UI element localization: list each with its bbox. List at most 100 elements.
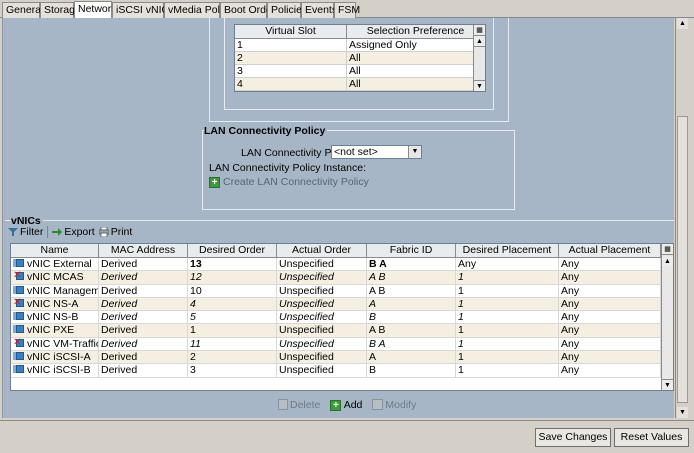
tab-general[interactable]: General bbox=[2, 2, 43, 18]
cell-mac-address: Derived bbox=[99, 364, 188, 377]
column-header-actual-order[interactable]: Actual Order bbox=[277, 244, 367, 257]
column-chooser-icon[interactable]: ▦ bbox=[474, 25, 485, 36]
cell-fabric-id: A B bbox=[367, 284, 456, 297]
column-header-selection-preference[interactable]: Selection Preference bbox=[347, 25, 485, 38]
cell-mac-address-text: Derived bbox=[101, 311, 138, 324]
table-row[interactable]: ✕ vNIC NS-A Derived 4 Unspecified A 1 Any bbox=[11, 297, 673, 312]
table-row[interactable]: vNIC iSCSI-A Derived 2 Unspecified A 1 Any bbox=[11, 351, 673, 365]
cell-actual-placement-text: Any bbox=[561, 351, 580, 364]
delete-button[interactable]: Delete bbox=[278, 399, 320, 411]
scroll-thumb[interactable] bbox=[677, 116, 688, 403]
table-row[interactable]: 1 Assigned Only bbox=[235, 39, 485, 52]
reset-values-button[interactable]: Reset Values bbox=[614, 428, 689, 447]
filter-label: Filter bbox=[20, 226, 44, 238]
cell-mac-address-text: Derived bbox=[101, 284, 138, 297]
cell-fabric-id-text: A bbox=[369, 297, 377, 310]
column-header-virtual-slot[interactable]: Virtual Slot bbox=[235, 25, 347, 38]
cell-actual-placement: Any bbox=[559, 271, 661, 284]
table-row[interactable]: 4 All bbox=[235, 78, 485, 91]
column-header-mac-address[interactable]: MAC Address bbox=[99, 244, 188, 257]
column-header-desired-order[interactable]: Desired Order bbox=[188, 244, 277, 257]
tab-fsm[interactable]: FSM bbox=[334, 2, 360, 18]
add-button[interactable]: + Add bbox=[330, 399, 362, 411]
vnic-error-icon: ✕ bbox=[13, 338, 25, 348]
lan-connectivity-policy-select[interactable]: <not set> ▼ bbox=[331, 145, 422, 159]
cell-desired-placement-text: 1 bbox=[458, 324, 464, 337]
scroll-up-icon[interactable]: ▲ bbox=[662, 256, 673, 267]
cell-actual-order-text: Unspecified bbox=[279, 337, 334, 350]
print-button[interactable]: Print bbox=[98, 226, 132, 238]
cell-mac-address: Derived bbox=[99, 297, 188, 311]
cell-selection-preference: Assigned Only bbox=[347, 39, 485, 51]
cell-actual-placement-text: Any bbox=[561, 271, 580, 284]
cell-desired-order-text: 4 bbox=[190, 297, 196, 310]
filter-button[interactable]: Filter bbox=[8, 226, 43, 238]
column-header-fabric-id[interactable]: Fabric ID bbox=[367, 244, 456, 257]
scroll-down-icon[interactable]: ▼ bbox=[677, 407, 688, 418]
cell-mac-address-text: Derived bbox=[101, 297, 138, 310]
cell-fabric-id: B bbox=[367, 311, 456, 324]
cell-actual-placement: Any bbox=[559, 258, 661, 271]
table-row[interactable]: ✕ vNIC MCAS Derived 12 Unspecified A B 1 Any bbox=[11, 271, 673, 285]
cell-name: vNIC Management bbox=[11, 284, 99, 297]
column-chooser-icon[interactable]: ▦ bbox=[662, 244, 673, 255]
cell-desired-order: 4 bbox=[188, 297, 277, 311]
cell-actual-placement-text: Any bbox=[561, 324, 580, 337]
tab-policies[interactable]: Policies bbox=[267, 2, 307, 18]
tab-vmedia-policy[interactable]: vMedia Policy bbox=[164, 2, 233, 18]
tab-boot-order[interactable]: Boot Order bbox=[220, 2, 275, 18]
scroll-up-icon[interactable]: ▲ bbox=[474, 36, 485, 47]
cell-fabric-id: B A bbox=[367, 337, 456, 351]
modify-button[interactable]: Modify bbox=[372, 399, 416, 411]
create-lan-connectivity-policy-link[interactable]: + Create LAN Connectivity Policy bbox=[209, 176, 369, 188]
table-row[interactable]: vNIC External Derived 13 Unspecified B A Any A… bbox=[11, 258, 673, 272]
cell-desired-order: 1 bbox=[188, 324, 277, 337]
column-header-desired-placement[interactable]: Desired Placement bbox=[456, 244, 559, 257]
cell-desired-placement-text: 1 bbox=[458, 284, 464, 297]
scroll-down-icon[interactable]: ▼ bbox=[474, 80, 485, 91]
table-row[interactable]: 2 All bbox=[235, 52, 485, 65]
table-row[interactable]: vNIC ManagementDerived 10 Unspecified A B 1 A… bbox=[11, 284, 673, 298]
table-row[interactable]: 3 All bbox=[235, 65, 485, 78]
cell-name: ✕ vNIC MCAS bbox=[11, 271, 99, 284]
column-header-actual-placement[interactable]: Actual Placement bbox=[559, 244, 661, 257]
cell-desired-placement: 1 bbox=[456, 297, 559, 311]
main-scrollbar[interactable]: ▲ ▼ bbox=[675, 18, 689, 418]
cell-actual-order: Unspecified bbox=[277, 351, 367, 364]
column-header-name[interactable]: Name bbox=[11, 244, 99, 257]
export-button[interactable]: Export bbox=[52, 226, 95, 238]
cell-desired-order: 12 bbox=[188, 271, 277, 284]
cell-desired-placement-text: 1 bbox=[458, 311, 464, 324]
cell-actual-placement: Any bbox=[559, 297, 661, 311]
cell-desired-placement-text: 1 bbox=[458, 337, 464, 350]
cell-mac-address: Derived bbox=[99, 271, 188, 284]
cell-actual-order-text: Unspecified bbox=[279, 311, 334, 324]
scroll-up-icon[interactable]: ▲ bbox=[677, 18, 688, 29]
save-changes-button[interactable]: Save Changes bbox=[535, 428, 611, 447]
cell-name-text: vNIC iSCSI-B bbox=[27, 364, 91, 377]
tab-events[interactable]: Events bbox=[301, 2, 337, 18]
cell-name-text: vNIC NS-B bbox=[27, 311, 79, 324]
chevron-down-icon[interactable]: ▼ bbox=[408, 146, 421, 158]
cell-actual-placement: Any bbox=[559, 311, 661, 324]
cell-name-text: vNIC MCAS bbox=[27, 271, 84, 284]
table-row[interactable]: ✕ vNIC VM-Traffic Derived 11 Unspecified B A 1… bbox=[11, 337, 673, 352]
tab-iscsi-vnics[interactable]: iSCSI vNICs bbox=[112, 2, 174, 18]
cell-actual-order-text: Unspecified bbox=[279, 324, 334, 337]
slot-table-scrollbar[interactable]: ▦ ▲ ▼ bbox=[473, 25, 485, 91]
tab-storage[interactable]: Storage bbox=[40, 2, 81, 18]
cell-desired-order-text: 5 bbox=[190, 311, 196, 324]
cell-actual-order: Unspecified bbox=[277, 271, 367, 284]
table-row[interactable]: vNIC PXE Derived 1 Unspecified A B 1 Any bbox=[11, 324, 673, 338]
tab-bar: General Storage Network iSCSI vNICs vMed… bbox=[0, 0, 694, 19]
table-row[interactable]: vNIC iSCSI-B Derived 3 Unspecified B 1 Any bbox=[11, 364, 673, 378]
cell-mac-address: Derived bbox=[99, 311, 188, 324]
table-row[interactable]: vNIC NS-B Derived 5 Unspecified B 1 Any bbox=[11, 311, 673, 325]
cell-mac-address: Derived bbox=[99, 337, 188, 351]
modify-label: Modify bbox=[385, 399, 417, 411]
tab-network[interactable]: Network bbox=[74, 1, 117, 19]
cell-name: vNIC iSCSI-B bbox=[11, 364, 99, 377]
scroll-down-icon[interactable]: ▼ bbox=[662, 379, 673, 390]
vnics-table-scrollbar[interactable]: ▦ ▲ ▼ bbox=[661, 244, 673, 390]
cell-mac-address-text: Derived bbox=[101, 351, 138, 364]
